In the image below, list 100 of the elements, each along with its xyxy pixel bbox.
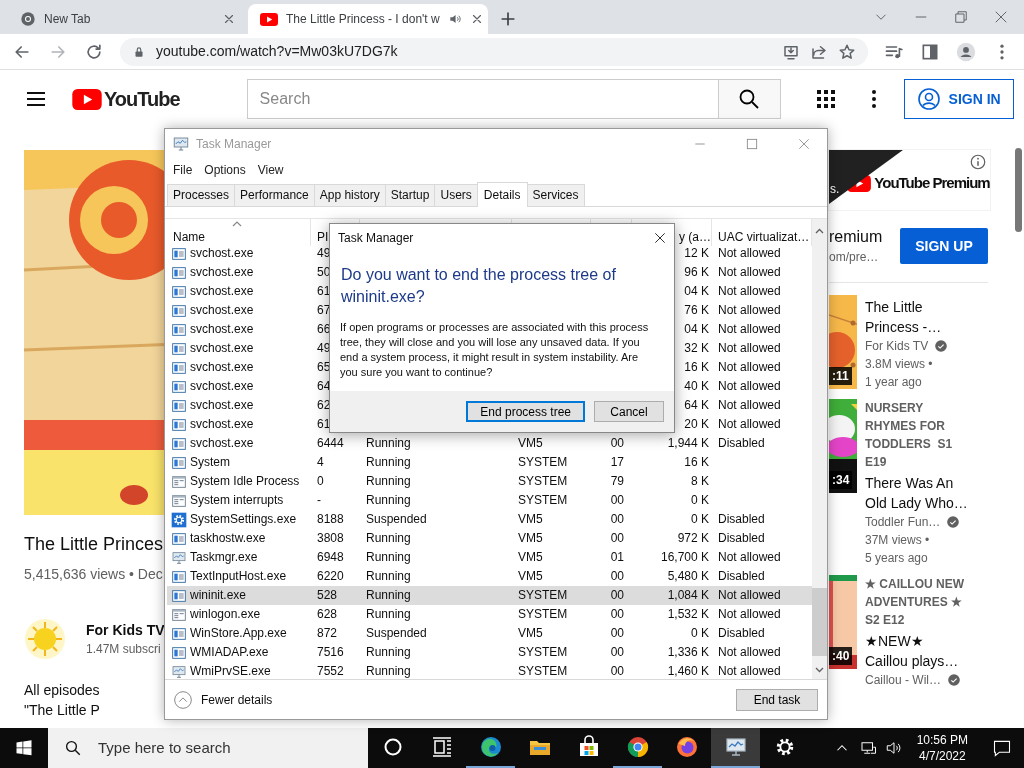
table-cell: VM5	[518, 626, 543, 640]
table-cell: 96 K	[684, 265, 709, 279]
table-cell: 0 K	[691, 512, 709, 526]
dialog-heading: Do you want to end the process tree of wininit.exe?	[340, 265, 617, 307]
table-cell: Running	[366, 569, 411, 583]
table-cell: 4	[317, 455, 324, 469]
series-label: ★ CAILLOU NEW ADVENTURES ★ S2 E12	[865, 576, 965, 629]
table-cell-text: svchost.exe	[190, 245, 254, 262]
table-cell-text: WmiPrvSE.exe	[190, 663, 271, 680]
table-cell: Disabled	[718, 512, 765, 526]
table-cell: Disabled	[718, 531, 765, 545]
table-cell: Not allowed	[718, 265, 781, 279]
table-cell: Not allowed	[718, 550, 781, 564]
duration-badge: :40	[829, 647, 853, 665]
table-cell: 0 K	[691, 493, 709, 507]
ad-text: s.	[830, 181, 840, 198]
table-cell: VM5	[518, 512, 543, 526]
table-cell: Suspended	[366, 512, 427, 526]
table-cell-text: winlogon.exe	[190, 606, 261, 623]
table-cell: 0	[317, 474, 324, 488]
table-cell-text: Taskmgr.exe	[190, 549, 258, 566]
table-cell: 1,944 K	[667, 436, 709, 450]
table-cell: SYSTEM	[518, 607, 568, 621]
table-cell: Running	[366, 588, 411, 602]
table-cell: Not allowed	[718, 664, 781, 678]
table-cell: 00	[610, 436, 624, 450]
view-count: 37M views •	[865, 532, 931, 549]
subscriber-count: 1.47M subscri	[86, 641, 162, 658]
table-cell: 1,532 K	[667, 607, 709, 621]
table-cell-text: System interrupts	[190, 492, 284, 509]
table-cell: Not allowed	[718, 417, 781, 431]
table-cell-text: svchost.exe	[190, 302, 254, 319]
table-cell: 04 K	[684, 322, 709, 336]
table-cell: 01	[610, 550, 624, 564]
table-cell: 00	[610, 645, 624, 659]
table-cell: 61	[317, 284, 331, 298]
table-cell: Not allowed	[718, 360, 781, 374]
table-cell-text: svchost.exe	[190, 340, 254, 357]
table-cell: Running	[366, 493, 411, 507]
table-cell: 8188	[317, 512, 344, 526]
table-cell: 79	[610, 474, 624, 488]
dialog-title: Task Manager	[338, 230, 415, 247]
table-cell: 0 K	[691, 626, 709, 640]
duration-badge: :34	[829, 471, 853, 489]
table-cell: 62	[317, 398, 331, 412]
table-cell: 00	[610, 493, 624, 507]
table-cell: Not allowed	[718, 645, 781, 659]
table-cell-text: System Idle Process	[190, 473, 300, 490]
ad-title: remium	[829, 227, 883, 247]
table-cell: 00	[610, 607, 624, 621]
table-cell: 32 K	[684, 341, 709, 355]
table-cell: 20 K	[684, 417, 709, 431]
table-cell: Disabled	[718, 436, 765, 450]
table-cell: 972 K	[677, 531, 709, 545]
table-cell: 3808	[317, 531, 344, 545]
table-cell-text: svchost.exe	[190, 283, 254, 300]
table-cell-text: wininit.exe	[190, 587, 247, 604]
table-cell: Disabled	[718, 626, 765, 640]
table-cell: 00	[610, 512, 624, 526]
table-cell: SYSTEM	[518, 664, 568, 678]
table-cell: 6220	[317, 569, 344, 583]
table-cell: 528	[317, 588, 338, 602]
table-cell: 04 K	[684, 284, 709, 298]
table-cell: Not allowed	[718, 284, 781, 298]
table-cell: Not allowed	[718, 341, 781, 355]
table-cell: Running	[366, 607, 411, 621]
table-cell: Running	[366, 455, 411, 469]
table-cell: Not allowed	[718, 398, 781, 412]
window-title: Task Manager	[196, 136, 273, 153]
table-cell: Running	[366, 664, 411, 678]
table-cell: VM5	[518, 436, 543, 450]
table-cell: Not allowed	[718, 607, 781, 621]
dialog-message: If open programs or processes are associated with this process tree, they will close and you will lose any unsaved data. If you end a system process, it might result in system instability. Are you sure you want to continue?	[339, 320, 650, 380]
view-count: 5,415,636 views • Dec	[24, 565, 163, 583]
table-cell: Not allowed	[718, 303, 781, 317]
table-cell: 8 K	[691, 474, 709, 488]
table-cell: 00	[610, 569, 624, 583]
table-cell: 16 K	[684, 455, 709, 469]
table-cell: VM5	[518, 550, 543, 564]
table-cell: Running	[366, 550, 411, 564]
table-cell: 1,460 K	[667, 664, 709, 678]
table-cell: 6948	[317, 550, 344, 564]
table-cell-text: WinStore.App.exe	[190, 625, 287, 642]
upload-age: 5 years ago	[865, 550, 929, 567]
table-cell-text: svchost.exe	[190, 397, 254, 414]
table-cell: 7552	[317, 664, 344, 678]
table-cell: 64	[317, 379, 331, 393]
table-cell: 17	[610, 455, 624, 469]
table-cell: SYSTEM	[518, 474, 568, 488]
table-cell: 61	[317, 417, 331, 431]
table-cell: Running	[366, 436, 411, 450]
table-cell: 40 K	[684, 379, 709, 393]
ad-url: om/pre…	[829, 249, 880, 266]
table-cell-text: taskhostw.exe	[190, 530, 266, 547]
table-cell: 64 K	[684, 398, 709, 412]
table-cell: Not allowed	[718, 379, 781, 393]
table-cell: SYSTEM	[518, 493, 568, 507]
table-cell: 76 K	[684, 303, 709, 317]
description-line: All episodes	[24, 681, 100, 700]
description-line: "The Little P	[24, 701, 100, 720]
